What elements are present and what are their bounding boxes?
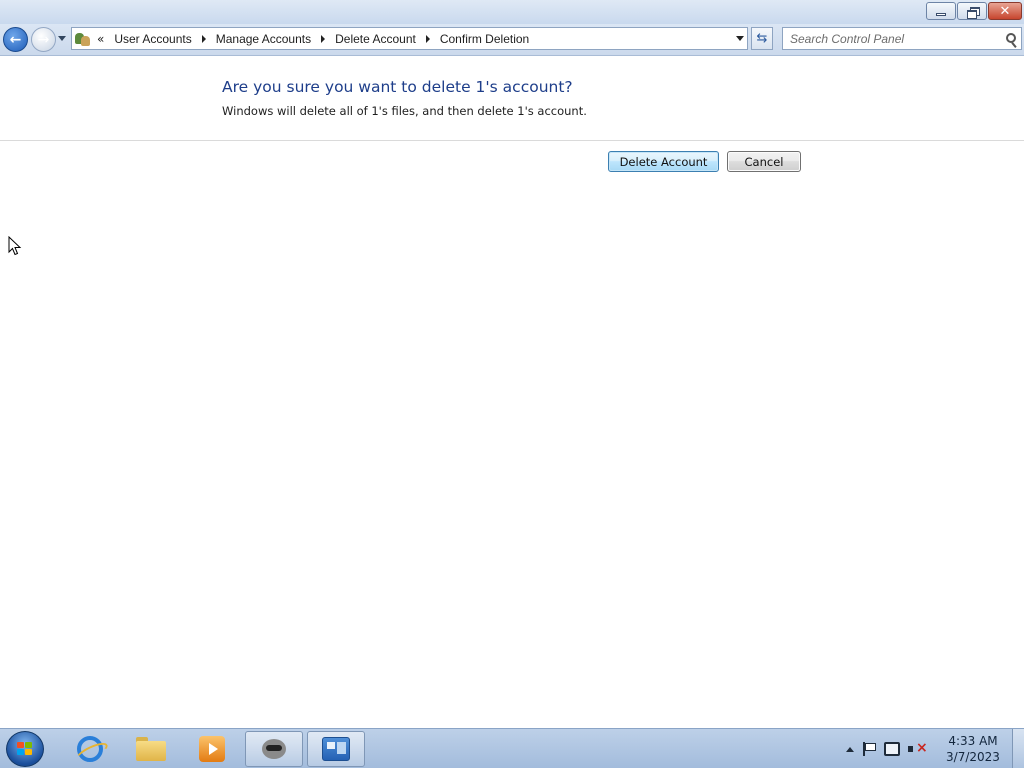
taskbar-internet-explorer[interactable]: [61, 731, 119, 767]
taskbar-windows-explorer[interactable]: [122, 731, 180, 767]
action-center-flag-icon[interactable]: [862, 742, 876, 756]
user-accounts-icon: [75, 31, 91, 47]
back-button[interactable]: ←: [3, 27, 28, 52]
control-panel-window: ✕ ← → « User Accounts Manage Accounts De…: [0, 0, 1024, 728]
forward-button[interactable]: →: [31, 27, 56, 52]
network-icon[interactable]: [884, 742, 900, 756]
volume-muted-icon[interactable]: [908, 740, 928, 756]
divider: [0, 140, 1024, 141]
refresh-button[interactable]: ⇆: [751, 27, 773, 50]
taskbar: 4:33 AM 3/7/2023: [0, 728, 1024, 768]
address-bar[interactable]: « User Accounts Manage Accounts Delete A…: [71, 27, 748, 50]
system-clock[interactable]: 4:33 AM 3/7/2023: [942, 733, 1004, 765]
show-desktop-button[interactable]: [1012, 729, 1024, 768]
minimize-icon: [936, 12, 946, 16]
search-icon[interactable]: [1006, 33, 1016, 43]
search-box[interactable]: [782, 27, 1022, 50]
page-description: Windows will delete all of 1's files, an…: [222, 104, 587, 118]
page-title: Are you sure you want to delete 1's acco…: [222, 78, 573, 96]
raccoon-app-icon: [259, 736, 289, 762]
control-panel-icon: [322, 737, 350, 761]
restore-button[interactable]: [957, 2, 987, 20]
title-bar[interactable]: ✕: [0, 0, 1024, 24]
forward-arrow-icon: →: [37, 31, 50, 48]
restore-icon: [966, 6, 980, 19]
taskbar-media-player[interactable]: [183, 731, 241, 767]
breadcrumb-separator-icon[interactable]: [201, 34, 206, 43]
windows-explorer-icon: [136, 737, 166, 761]
breadcrumb-user-accounts[interactable]: User Accounts: [114, 32, 191, 46]
back-arrow-icon: ←: [9, 31, 22, 48]
windows-logo-icon: [17, 742, 33, 756]
refresh-icon: ⇆: [756, 31, 768, 46]
navigation-bar: ← → « User Accounts Manage Accounts Dele…: [0, 24, 1024, 56]
breadcrumb-separator-icon[interactable]: [321, 34, 326, 43]
taskbar-raccoon-app[interactable]: [245, 731, 303, 767]
taskbar-control-panel[interactable]: [307, 731, 365, 767]
mouse-cursor-icon: [8, 236, 22, 256]
clock-date: 3/7/2023: [946, 750, 1000, 764]
breadcrumb-confirm-deletion[interactable]: Confirm Deletion: [440, 32, 529, 46]
cancel-button[interactable]: Cancel: [727, 151, 801, 172]
breadcrumb-overflow[interactable]: «: [97, 32, 104, 46]
notification-area: [846, 737, 928, 761]
show-hidden-icons-arrow[interactable]: [846, 746, 854, 752]
close-button[interactable]: ✕: [988, 2, 1022, 20]
start-button[interactable]: [6, 731, 44, 767]
clock-time: 4:33 AM: [948, 734, 998, 748]
media-player-icon: [199, 736, 225, 762]
internet-explorer-icon: [77, 736, 103, 762]
breadcrumb-manage-accounts[interactable]: Manage Accounts: [216, 32, 311, 46]
close-icon: ✕: [999, 3, 1011, 19]
search-input[interactable]: [783, 28, 993, 49]
breadcrumb-delete-account[interactable]: Delete Account: [335, 32, 416, 46]
address-dropdown-icon[interactable]: [736, 36, 744, 41]
delete-account-button[interactable]: Delete Account: [608, 151, 719, 172]
recent-pages-dropdown[interactable]: [58, 36, 66, 41]
minimize-button[interactable]: [926, 2, 956, 20]
breadcrumb-separator-icon[interactable]: [425, 34, 430, 43]
